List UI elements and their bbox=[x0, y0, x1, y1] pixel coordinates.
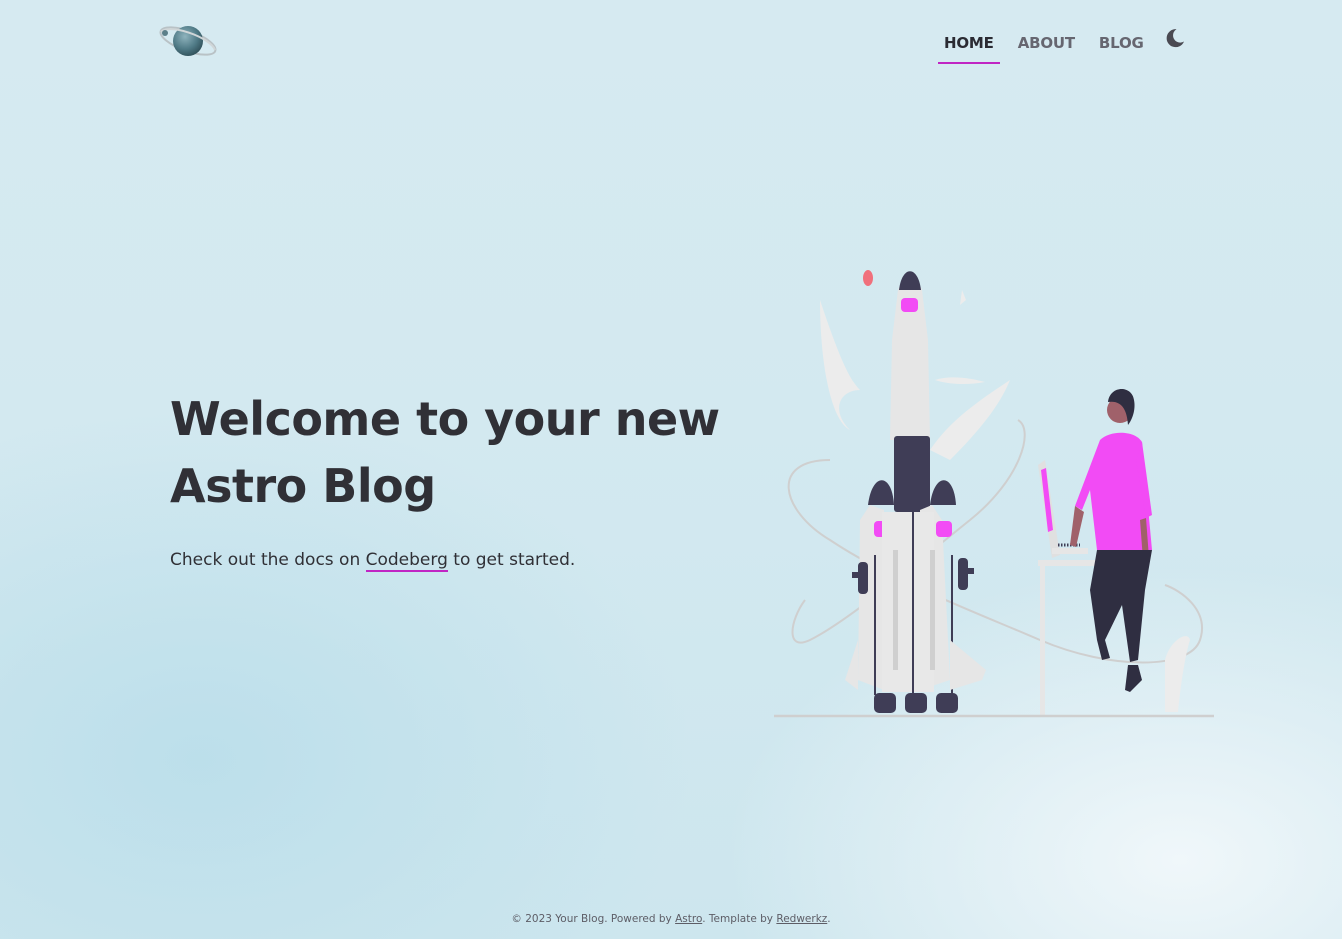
moon-icon[interactable] bbox=[1163, 26, 1187, 50]
nav-about-link[interactable]: ABOUT bbox=[1012, 34, 1081, 64]
hero-subtitle-after: to get started. bbox=[447, 550, 576, 570]
nav-blog-link[interactable]: BLOG bbox=[1093, 34, 1150, 64]
astro-link[interactable]: Astro bbox=[675, 913, 702, 925]
hero-subtitle-before: Check out the docs on bbox=[170, 550, 366, 570]
hero-title-line2: Astro Blog bbox=[170, 459, 436, 513]
footer-middle: . Template by bbox=[702, 913, 777, 925]
footer: © 2023 Your Blog. Powered by Astro. Temp… bbox=[0, 913, 1342, 925]
hero-title: Welcome to your new Astro Blog bbox=[170, 386, 770, 520]
nav-home-link[interactable]: HOME bbox=[938, 34, 1000, 64]
planet-logo-icon[interactable] bbox=[157, 18, 219, 64]
footer-prefix: © 2023 Your Blog. Powered by bbox=[511, 913, 676, 925]
hero-subtitle: Check out the docs on Codeberg to get st… bbox=[170, 548, 575, 572]
redwerkz-link[interactable]: Redwerkz bbox=[776, 913, 827, 925]
main-nav: HOME ABOUT BLOG bbox=[938, 34, 1162, 64]
codeberg-link[interactable]: Codeberg bbox=[365, 550, 448, 572]
hero-title-line1: Welcome to your new bbox=[170, 392, 720, 446]
footer-suffix: . bbox=[827, 913, 831, 925]
rocket-launch-illustration bbox=[774, 270, 1214, 718]
